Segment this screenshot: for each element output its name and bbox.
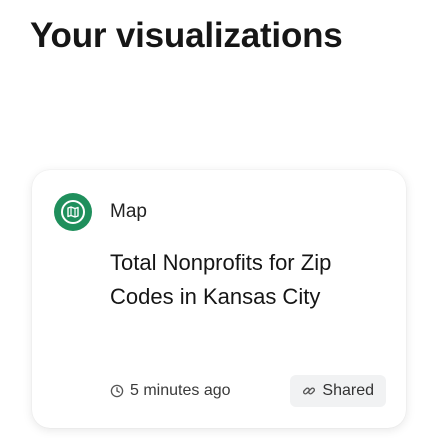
shared-badge: Shared [290, 375, 386, 407]
card-type-row: Map [54, 192, 147, 232]
shared-badge-label: Shared [322, 382, 374, 399]
card-footer: 5 minutes ago Shared [110, 374, 386, 408]
link-icon [302, 384, 316, 398]
card-type-label: Map [110, 201, 147, 222]
card-title[interactable]: Total Nonprofits for Zip Codes in Kansas… [110, 246, 390, 314]
page-title: Your visualizations [30, 16, 343, 55]
timestamp-text: 5 minutes ago [130, 382, 231, 399]
visualization-card[interactable]: Map Total Nonprofits for Zip Codes in Ka… [32, 170, 406, 428]
card-timestamp: 5 minutes ago [110, 382, 231, 400]
clock-icon [110, 384, 124, 398]
map-icon [54, 193, 92, 231]
